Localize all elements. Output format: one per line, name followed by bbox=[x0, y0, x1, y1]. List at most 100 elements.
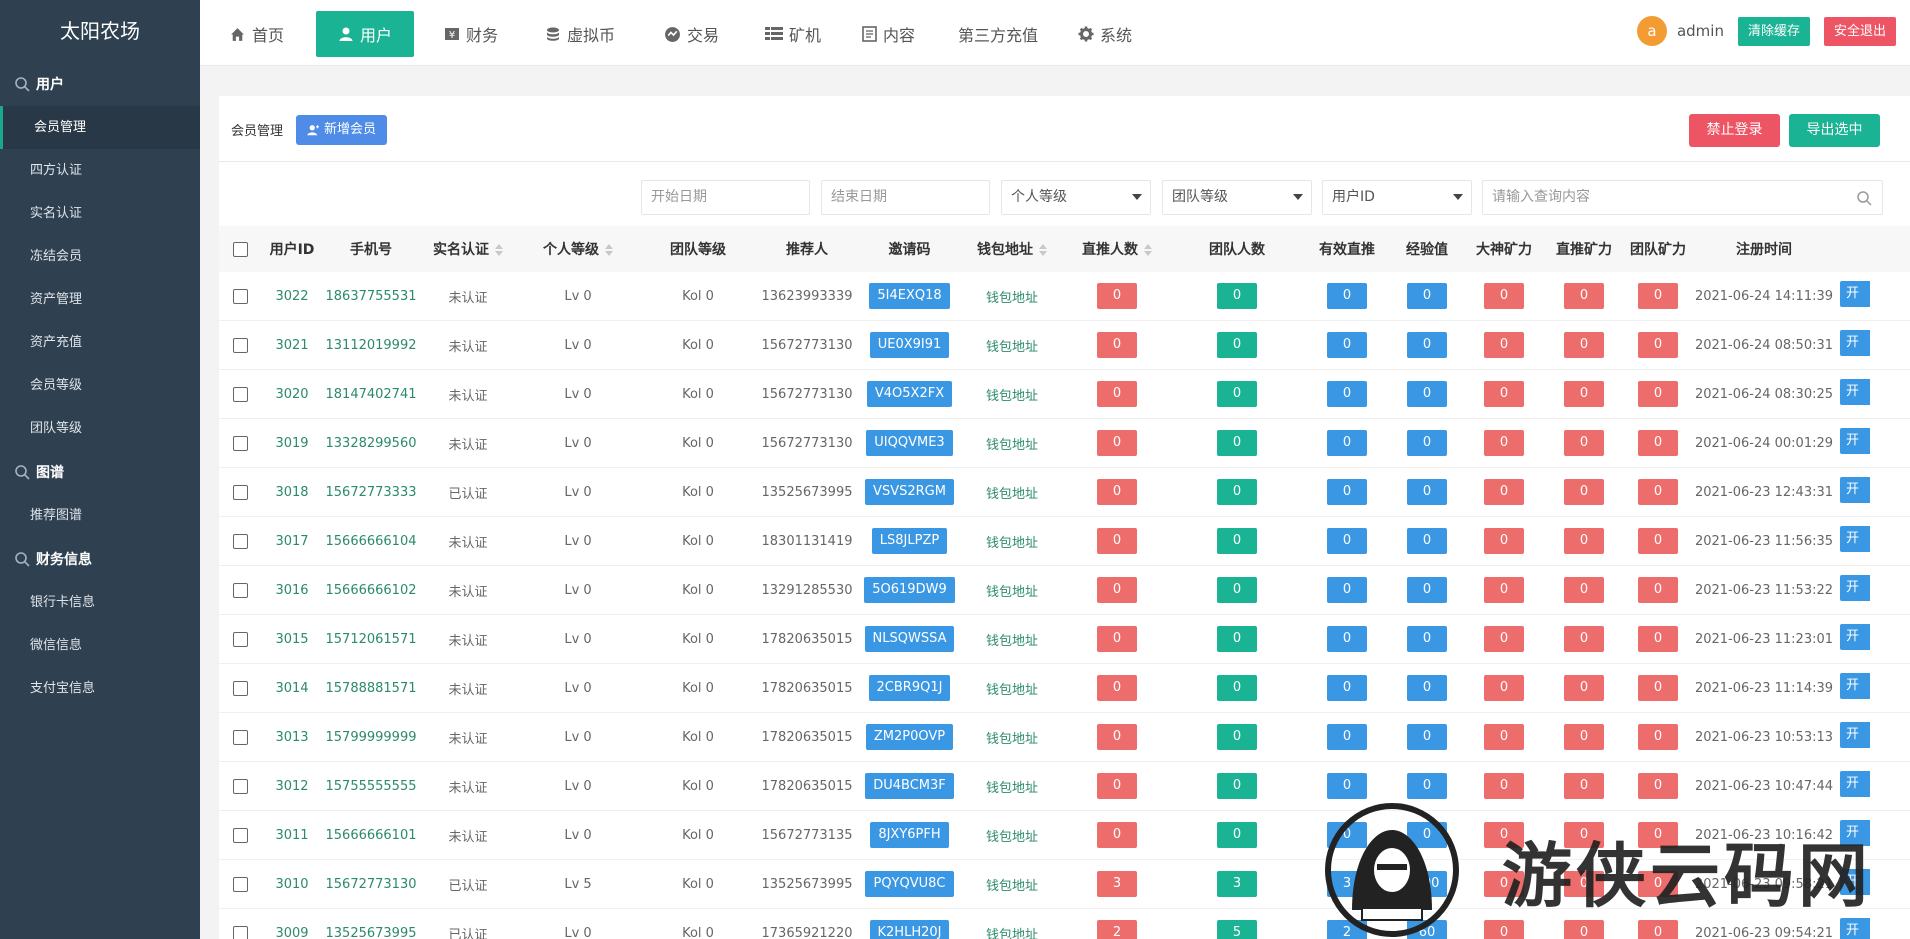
experience-badge[interactable]: 0 bbox=[1407, 479, 1447, 505]
team-power-badge[interactable]: 0 bbox=[1638, 626, 1678, 652]
table-row[interactable]: 3019 13328299560 未认证 Lv 0 Kol 0 15672773130 UI… bbox=[219, 419, 1910, 468]
table-row[interactable]: 3018 15672773333 已认证 Lv 0 Kol 0 13525673995 VS… bbox=[219, 468, 1910, 517]
sidebar-item-member-level[interactable]: 会员等级 bbox=[0, 364, 200, 407]
god-power-badge[interactable]: 0 bbox=[1484, 773, 1524, 799]
valid-direct-badge[interactable]: 2 bbox=[1327, 920, 1367, 939]
experience-badge[interactable]: 0 bbox=[1407, 381, 1447, 407]
table-row[interactable]: 3009 13525673995 已认证 Lv 0 Kol 0 17365921220 K2… bbox=[219, 909, 1910, 939]
direct-power-badge[interactable]: 0 bbox=[1564, 724, 1604, 750]
experience-badge[interactable]: 0 bbox=[1407, 283, 1447, 309]
team-count-badge[interactable]: 0 bbox=[1217, 675, 1257, 701]
enable-button[interactable]: 开启 bbox=[1840, 575, 1870, 601]
nav-miner[interactable]: 矿机 bbox=[753, 11, 833, 57]
direct-power-badge[interactable]: 0 bbox=[1564, 332, 1604, 358]
invite-code-badge[interactable]: ZM2P0OVP bbox=[865, 724, 954, 750]
table-row[interactable]: 3016 15666666102 未认证 Lv 0 Kol 0 13291285530 5O… bbox=[219, 566, 1910, 615]
sidebar-item-referral-graph[interactable]: 推荐图谱 bbox=[0, 494, 200, 537]
wallet-address-link[interactable]: 钱包地址 bbox=[962, 875, 1062, 894]
invite-code-badge[interactable]: 2CBR9Q1J bbox=[868, 675, 951, 701]
table-row[interactable]: 3014 15788881571 未认证 Lv 0 Kol 0 17820635015 2C… bbox=[219, 664, 1910, 713]
god-power-badge[interactable]: 0 bbox=[1484, 430, 1524, 456]
sidebar-item-bank-card[interactable]: 银行卡信息 bbox=[0, 581, 200, 624]
invite-code-badge[interactable]: 5O619DW9 bbox=[864, 577, 955, 603]
wallet-address-link[interactable]: 钱包地址 bbox=[962, 287, 1062, 306]
enable-button[interactable]: 开启 bbox=[1840, 477, 1870, 503]
end-date-input[interactable]: 结束日期 bbox=[821, 180, 990, 215]
sidebar-item-wechat[interactable]: 微信信息 bbox=[0, 624, 200, 667]
sidebar-item-four-party-auth[interactable]: 四方认证 bbox=[0, 149, 200, 192]
row-checkbox[interactable] bbox=[232, 778, 248, 794]
enable-button[interactable]: 开启 bbox=[1840, 771, 1870, 797]
god-power-badge[interactable]: 0 bbox=[1484, 332, 1524, 358]
valid-direct-badge[interactable]: 0 bbox=[1327, 577, 1367, 603]
direct-power-badge[interactable]: 0 bbox=[1564, 381, 1604, 407]
valid-direct-badge[interactable]: 0 bbox=[1327, 381, 1367, 407]
experience-badge[interactable]: 0 bbox=[1407, 675, 1447, 701]
row-checkbox[interactable] bbox=[232, 484, 248, 500]
invite-code-badge[interactable]: UE0X9I91 bbox=[869, 332, 950, 358]
enable-button[interactable]: 开启 bbox=[1840, 526, 1870, 552]
invite-code-badge[interactable]: 8JXY6PFH bbox=[870, 822, 949, 848]
team-count-badge[interactable]: 0 bbox=[1217, 773, 1257, 799]
enable-button[interactable]: 开启 bbox=[1840, 869, 1870, 895]
sort-icon[interactable] bbox=[1039, 244, 1047, 256]
table-row[interactable]: 3017 15666666104 未认证 Lv 0 Kol 0 18301131419 LS… bbox=[219, 517, 1910, 566]
nav-home[interactable]: 首页 bbox=[217, 11, 296, 57]
invite-code-badge[interactable]: UIQQVME3 bbox=[866, 430, 953, 456]
direct-count-badge[interactable]: 0 bbox=[1097, 675, 1137, 701]
god-power-badge[interactable]: 0 bbox=[1484, 528, 1524, 554]
invite-code-badge[interactable]: K2HLH20J bbox=[869, 920, 950, 939]
invite-code-badge[interactable]: 5I4EXQ18 bbox=[869, 283, 950, 309]
row-checkbox[interactable] bbox=[232, 876, 248, 892]
god-power-badge[interactable]: 0 bbox=[1484, 920, 1524, 939]
row-checkbox[interactable] bbox=[232, 533, 248, 549]
nav-user[interactable]: 用户 bbox=[316, 11, 415, 57]
row-checkbox[interactable] bbox=[232, 337, 248, 353]
wallet-address-link[interactable]: 钱包地址 bbox=[962, 777, 1062, 796]
experience-badge[interactable]: 0 bbox=[1407, 724, 1447, 750]
nav-trade[interactable]: 交易 bbox=[652, 11, 731, 57]
user-id-cell[interactable]: 3021 bbox=[261, 338, 323, 353]
table-row[interactable]: 3022 18637755531 未认证 Lv 0 Kol 0 13623993339 5I… bbox=[219, 272, 1910, 321]
table-row[interactable]: 3021 13112019992 未认证 Lv 0 Kol 0 15672773130 UE… bbox=[219, 321, 1910, 370]
table-row[interactable]: 3012 15755555555 未认证 Lv 0 Kol 0 17820635015 DU… bbox=[219, 762, 1910, 811]
team-count-badge[interactable]: 0 bbox=[1217, 528, 1257, 554]
direct-power-badge[interactable]: 0 bbox=[1564, 871, 1604, 897]
team-power-badge[interactable]: 0 bbox=[1638, 381, 1678, 407]
god-power-badge[interactable]: 0 bbox=[1484, 479, 1524, 505]
table-row[interactable]: 3013 15799999999 未认证 Lv 0 Kol 0 17820635015 ZM… bbox=[219, 713, 1910, 762]
invite-code-badge[interactable]: PQYQVU8C bbox=[865, 871, 954, 897]
user-id-cell[interactable]: 3014 bbox=[261, 681, 323, 696]
wallet-address-link[interactable]: 钱包地址 bbox=[962, 385, 1062, 404]
team-count-badge[interactable]: 0 bbox=[1217, 430, 1257, 456]
sidebar-item-frozen-members[interactable]: 冻结会员 bbox=[0, 235, 200, 278]
direct-count-badge[interactable]: 0 bbox=[1097, 332, 1137, 358]
team-power-badge[interactable]: 0 bbox=[1638, 430, 1678, 456]
team-count-badge[interactable]: 5 bbox=[1217, 920, 1257, 939]
logout-button[interactable]: 安全退出 bbox=[1823, 16, 1896, 46]
team-power-badge[interactable]: 0 bbox=[1638, 577, 1678, 603]
user-id-cell[interactable]: 3015 bbox=[261, 632, 323, 647]
team-count-badge[interactable]: 0 bbox=[1217, 822, 1257, 848]
team-level-select[interactable]: 团队等级 bbox=[1162, 180, 1312, 215]
direct-power-badge[interactable]: 0 bbox=[1564, 822, 1604, 848]
direct-power-badge[interactable]: 0 bbox=[1564, 675, 1604, 701]
sidebar-item-team-level[interactable]: 团队等级 bbox=[0, 407, 200, 450]
god-power-badge[interactable]: 0 bbox=[1484, 822, 1524, 848]
add-member-button[interactable]: 新增会员 bbox=[296, 115, 388, 145]
user-id-cell[interactable]: 3020 bbox=[261, 387, 323, 402]
wallet-address-link[interactable]: 钱包地址 bbox=[962, 434, 1062, 453]
phone-cell[interactable]: 15666666104 bbox=[323, 534, 419, 549]
invite-code-badge[interactable]: LS8JLPZP bbox=[871, 528, 948, 554]
experience-badge[interactable]: 0 bbox=[1407, 577, 1447, 603]
direct-count-badge[interactable]: 2 bbox=[1097, 920, 1137, 939]
user-id-cell[interactable]: 3018 bbox=[261, 485, 323, 500]
row-checkbox[interactable] bbox=[232, 288, 248, 304]
direct-power-badge[interactable]: 0 bbox=[1564, 626, 1604, 652]
valid-direct-badge[interactable]: 3 bbox=[1327, 871, 1367, 897]
sidebar-item-asset-recharge[interactable]: 资产充值 bbox=[0, 321, 200, 364]
valid-direct-badge[interactable]: 0 bbox=[1327, 283, 1367, 309]
nav-system[interactable]: 系统 bbox=[1066, 11, 1144, 57]
sidebar-item-member-management[interactable]: 会员管理 bbox=[0, 106, 200, 149]
ban-login-button[interactable]: 禁止登录 bbox=[1689, 114, 1780, 147]
